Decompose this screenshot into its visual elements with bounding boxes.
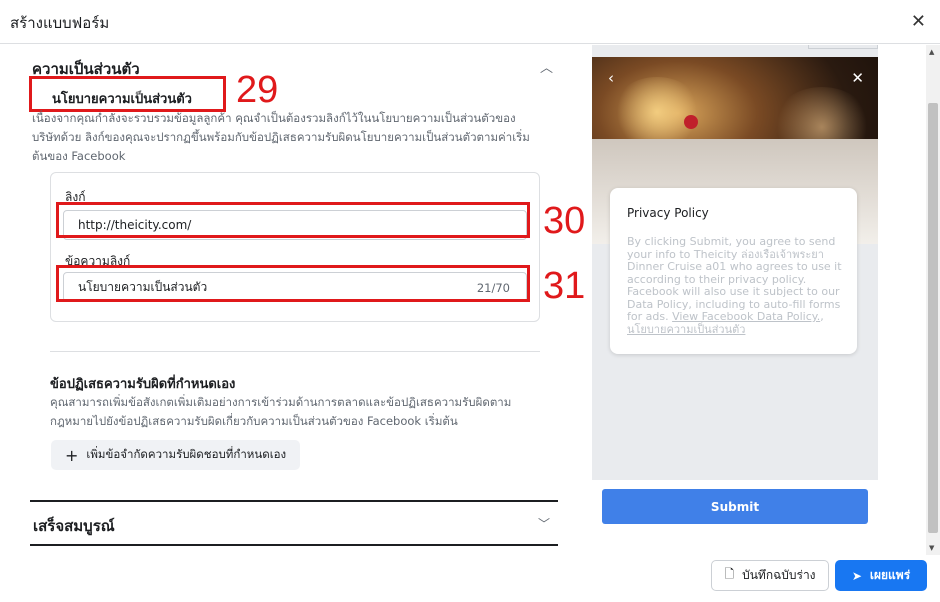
close-icon[interactable]: ✕: [911, 11, 926, 32]
privacy-card-title: Privacy Policy: [627, 206, 709, 220]
chevron-down-icon: ﹀: [537, 517, 550, 531]
disclaimer-description: คุณสามารถเพิ่มข้อสังเกตเพิ่มเติมอย่างการ…: [50, 395, 512, 428]
light-glow: [612, 77, 702, 147]
submit-button[interactable]: Submit: [602, 489, 868, 524]
close-icon[interactable]: ✕: [851, 69, 864, 87]
form-settings-panel: ความเป็นส่วนตัว ︿ นโยบายความเป็นส่วนตัว …: [0, 45, 590, 555]
form-preview: ‹ ✕ Privacy Policy By clicking Submit, y…: [592, 45, 878, 480]
scrollbar[interactable]: ▲ ▼: [926, 45, 940, 555]
dialog-footer: 🗋 บันทึกฉบับร่าง ➤ เผยแพร่: [0, 556, 940, 602]
dialog-header: สร้างแบบฟอร์ม ✕: [0, 0, 940, 44]
privacy-policy-link[interactable]: นโยบายความเป็นส่วนตัว: [627, 323, 745, 336]
dialog-title: สร้างแบบฟอร์ม: [10, 14, 110, 32]
send-icon: ➤: [851, 568, 862, 583]
publish-button[interactable]: ➤ เผยแพร่: [835, 560, 927, 591]
rose-decoration: [684, 115, 698, 129]
publish-label: เผยแพร่: [869, 568, 911, 582]
complete-section-header[interactable]: เสร็จสมบูรณ์ ﹀: [30, 500, 558, 546]
data-policy-link[interactable]: View Facebook Data Policy.: [672, 310, 820, 323]
chevron-left-icon[interactable]: ‹: [608, 69, 614, 87]
annotation-number-29: 29: [236, 69, 279, 111]
privacy-policy-card: Privacy Policy By clicking Submit, you a…: [610, 188, 857, 354]
annotation-box-29: [29, 76, 226, 112]
annotation-box-30: [56, 202, 530, 238]
annotation-box-31: [56, 265, 530, 302]
section-divider: [50, 351, 540, 352]
complete-section-title: เสร็จสมบูรณ์: [33, 517, 115, 535]
policy-description: เนื่องจากคุณกำลังจะรวบรวมข้อมูลลูกค้า คุ…: [32, 111, 530, 163]
preview-top-control: [808, 45, 878, 49]
add-disclaimer-label: เพิ่มข้อจำกัดความรับผิดชอบที่กำหนดเอง: [86, 447, 287, 461]
annotation-number-30: 30: [543, 200, 586, 242]
document-icon: 🗋: [724, 567, 735, 581]
disclaimer-title: ข้อปฏิเสธความรับผิดที่กำหนดเอง: [50, 377, 236, 392]
annotation-number-31: 31: [543, 265, 586, 307]
scroll-down-icon[interactable]: ▼: [929, 544, 934, 552]
save-draft-label: บันทึกฉบับร่าง: [742, 568, 816, 582]
scroll-up-icon[interactable]: ▲: [929, 48, 934, 56]
save-draft-button[interactable]: 🗋 บันทึกฉบับร่าง: [711, 560, 829, 591]
plus-icon: +: [65, 445, 79, 465]
add-disclaimer-button[interactable]: + เพิ่มข้อจำกัดความรับผิดชอบที่กำหนดเอง: [51, 440, 301, 470]
chevron-up-icon[interactable]: ︿: [540, 57, 553, 76]
scrollbar-thumb[interactable]: [928, 103, 938, 533]
privacy-card-text: By clicking Submit, you agree to send yo…: [627, 235, 842, 336]
